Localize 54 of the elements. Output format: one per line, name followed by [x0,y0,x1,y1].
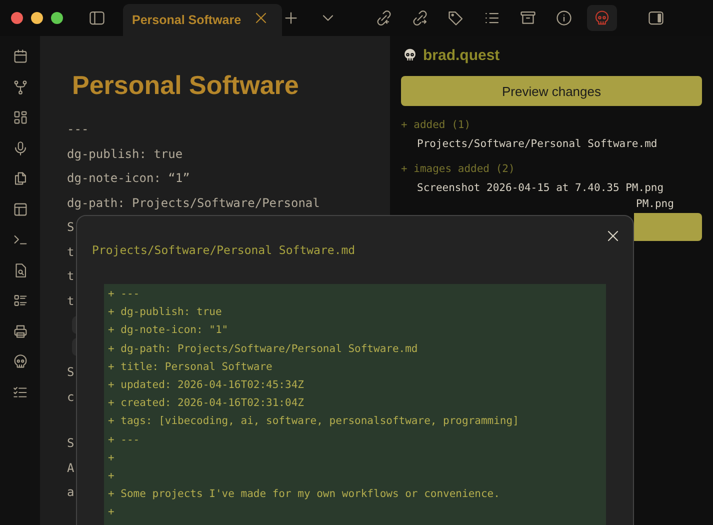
file-name: PM.png [636,198,674,210]
note-line: A [67,460,74,476]
sidebar-toggle-icon[interactable] [88,9,106,27]
calendar-icon[interactable] [12,48,28,65]
diff-line: + [108,450,114,466]
tag-icon[interactable] [447,9,465,27]
diff-line: + [108,468,114,484]
dialog-title: Projects/Software/Personal Software.md [92,243,356,257]
note-line: t [67,292,74,310]
grid-icon[interactable] [12,109,28,126]
note-line: S [67,364,74,381]
note-tab[interactable]: Personal Software [123,4,282,36]
file-name: Screenshot 2026-04-15 at 7.40.35 PM.png [417,182,664,194]
diff-line: + --- [108,432,140,448]
diff-line: + --- [108,287,140,302]
note-line: S [67,435,74,452]
diff-line: + updated: 2026-04-16T02:45:34Z [108,378,304,393]
site-name: brad.quest [423,46,500,64]
archive-icon[interactable] [519,9,537,27]
group-heading[interactable]: + images added (2) [401,163,515,175]
preview-button[interactable]: Preview changes [401,76,702,106]
diff-line: + dg-note-icon: "1" [108,323,228,338]
link-in-icon[interactable] [375,9,393,27]
link-out-icon[interactable] [411,9,429,27]
list-icon[interactable] [12,292,28,309]
note-line: t [67,268,74,285]
diff-line: + [108,505,114,520]
note-title: Personal Software [72,70,299,101]
diff-line: + title: Personal Software [108,360,272,375]
diff-line: + Some projects I've made for my own workflows or convenience. [108,487,500,502]
note-line: S [67,219,74,236]
minimize-window-button[interactable] [31,12,43,24]
printer-icon[interactable] [12,322,28,340]
group-heading[interactable]: + added (1) [401,119,471,131]
diff-line: + tags: [vibecoding, ai, software, personalsoftware, programming] [108,414,519,430]
skull-icon[interactable] [587,5,617,31]
info-icon[interactable] [555,9,573,27]
file-name: Projects/Software/Personal Software.md [417,138,658,150]
zoom-window-button[interactable] [51,12,63,24]
note-line: --- [67,121,89,138]
graph-icon[interactable] [12,78,28,96]
note-line: c [67,388,74,406]
diff-line: + dg-path: Projects/Software/Personal Software.md [108,342,418,357]
note-line: dg-path: Projects/Software/Personal [67,194,320,212]
layout-icon[interactable] [12,200,28,218]
diff-line: + dg-publish: true [108,305,222,320]
note-line: a [67,484,74,501]
skull-icon[interactable] [12,353,28,370]
close-window-button[interactable] [11,12,23,24]
right-sidebar-toggle-icon[interactable] [647,9,665,27]
note-line: dg-note-icon: “1” [67,170,190,187]
note-line: dg-publish: true [67,146,183,163]
note-line: t [67,244,74,260]
diff-line: + created: 2026-04-16T02:31:04Z [108,396,304,412]
